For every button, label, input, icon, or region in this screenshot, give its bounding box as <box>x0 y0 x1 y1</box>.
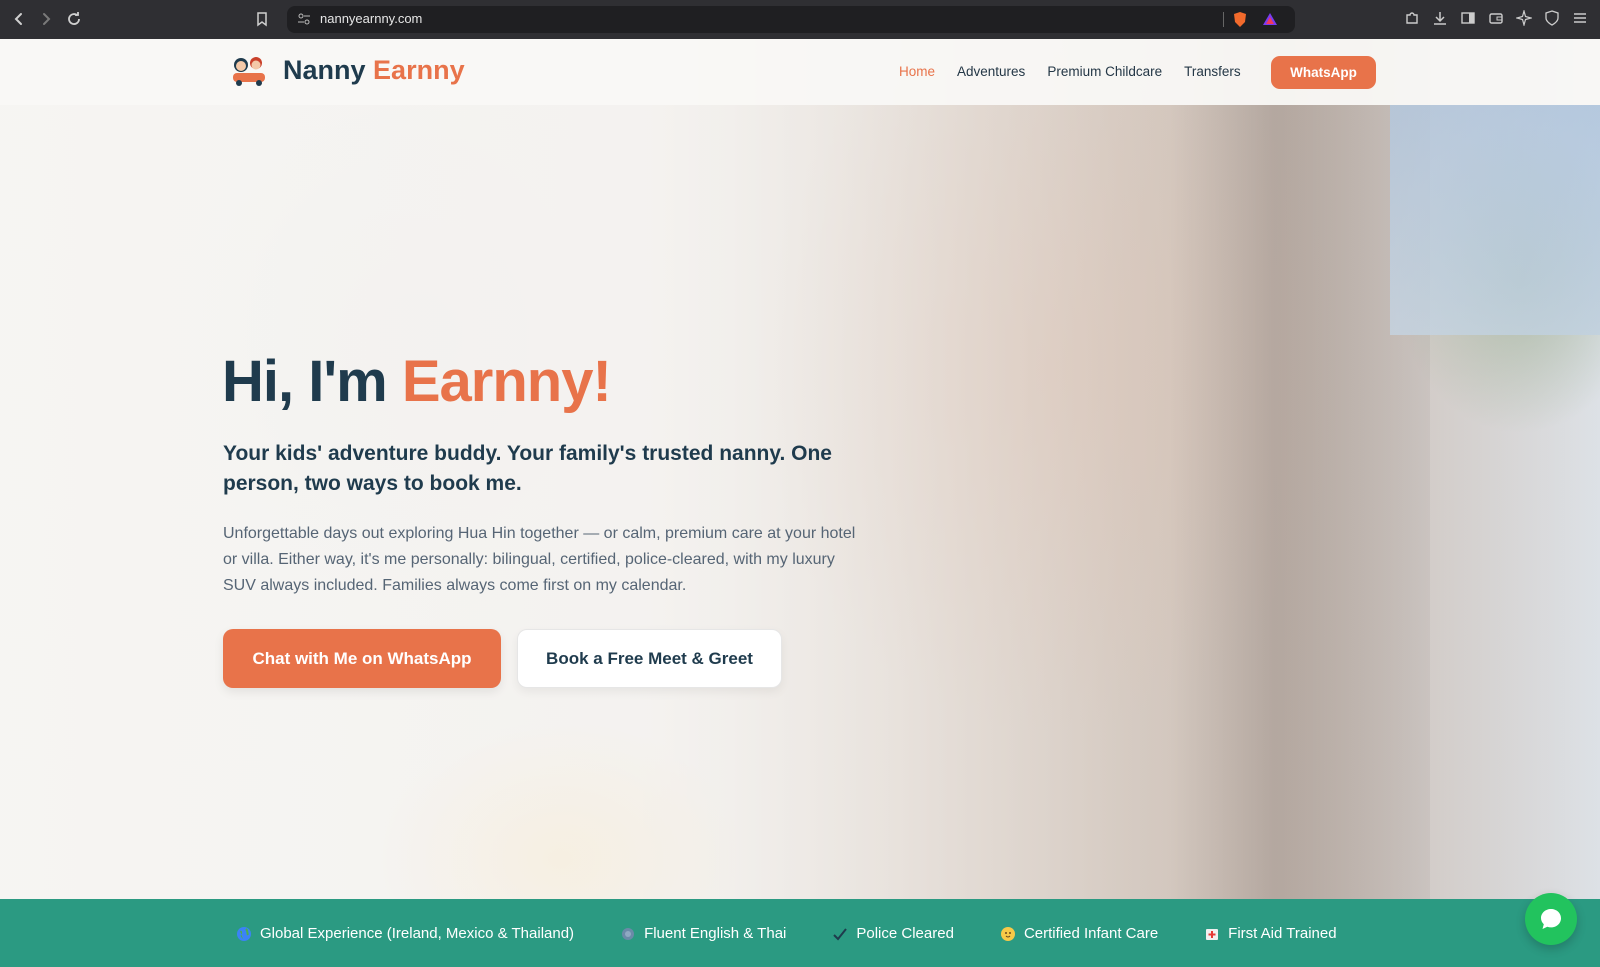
browser-toolbar: nannyearnny.com <box>0 0 1600 39</box>
trust-item-first-aid: First Aid Trained <box>1204 925 1337 942</box>
logo-mascot-icon <box>229 53 269 87</box>
site-logo[interactable]: Nanny Earnny <box>229 53 465 87</box>
trust-item-infant-care: Certified Infant Care <box>1000 925 1158 942</box>
chat-bubble-icon <box>1541 909 1561 929</box>
trust-item-languages: Fluent English & Thai <box>620 925 786 942</box>
trust-item-label: Police Cleared <box>856 925 954 942</box>
vpn-icon[interactable] <box>1542 8 1562 28</box>
nav-link-home[interactable]: Home <box>899 64 935 79</box>
leo-ai-icon[interactable] <box>1514 8 1534 28</box>
trust-bar: Global Experience (Ireland, Mexico & Tha… <box>0 899 1600 967</box>
trust-item-label: Fluent English & Thai <box>644 925 787 942</box>
bookmark-icon[interactable] <box>251 8 273 30</box>
extensions-icon[interactable] <box>1402 8 1422 28</box>
trust-item-label: First Aid Trained <box>1228 925 1337 942</box>
trust-item-label: Global Experience (Ireland, Mexico & Tha… <box>260 925 575 942</box>
back-icon[interactable] <box>8 8 30 30</box>
main-nav: Home Adventures Premium Childcare Transf… <box>899 64 1263 79</box>
hero-subtitle: Your kids' adventure buddy. Your family'… <box>223 442 832 495</box>
hero-title: Hi, I'm Earnny! <box>222 348 612 415</box>
web-page: Nanny Earnny Home Adventures Premium Chi… <box>0 39 1600 967</box>
reload-icon[interactable] <box>63 8 85 30</box>
globe-icon <box>236 926 252 942</box>
check-icon <box>832 926 848 942</box>
hero-title-name: Earnny! <box>401 349 612 414</box>
speech-icon <box>620 926 636 942</box>
logo-name-first: Nanny <box>283 54 366 85</box>
logo-wordmark: Nanny Earnny <box>283 55 465 86</box>
menu-icon[interactable] <box>1570 8 1590 28</box>
hero-description: Unforgettable days out exploring Hua Hin… <box>223 525 856 594</box>
nav-link-premium-childcare[interactable]: Premium Childcare <box>1047 64 1162 79</box>
sidebar-icon[interactable] <box>1458 8 1478 28</box>
download-icon[interactable] <box>1430 8 1450 28</box>
rewards-icon[interactable] <box>1262 11 1278 32</box>
baby-icon <box>1000 926 1016 942</box>
header-whatsapp-button[interactable]: WhatsApp <box>1271 56 1376 89</box>
chat-whatsapp-button[interactable]: Chat with Me on WhatsApp <box>223 629 501 688</box>
brave-shield-icon[interactable] <box>1232 11 1248 33</box>
trust-item-police-cleared: Police Cleared <box>832 925 954 942</box>
site-settings-icon[interactable] <box>297 12 311 31</box>
logo-name-second: Earnny <box>373 54 465 85</box>
forward-icon[interactable] <box>35 8 57 30</box>
address-bar[interactable]: nannyearnny.com <box>287 6 1295 33</box>
first-aid-icon <box>1204 926 1220 942</box>
site-header: Nanny Earnny Home Adventures Premium Chi… <box>0 39 1600 105</box>
divider <box>1223 12 1224 27</box>
trust-item-global-experience: Global Experience (Ireland, Mexico & Tha… <box>236 925 574 942</box>
trust-item-label: Certified Infant Care <box>1023 925 1159 942</box>
nav-link-adventures[interactable]: Adventures <box>957 64 1025 79</box>
url-text: nannyearnny.com <box>320 11 423 26</box>
chat-widget-button[interactable] <box>1525 893 1577 945</box>
hero-title-prefix: Hi, I'm <box>222 349 402 414</box>
book-meet-greet-button[interactable]: Book a Free Meet & Greet <box>517 629 782 688</box>
wallet-icon[interactable] <box>1486 8 1506 28</box>
nav-link-transfers[interactable]: Transfers <box>1184 64 1241 79</box>
